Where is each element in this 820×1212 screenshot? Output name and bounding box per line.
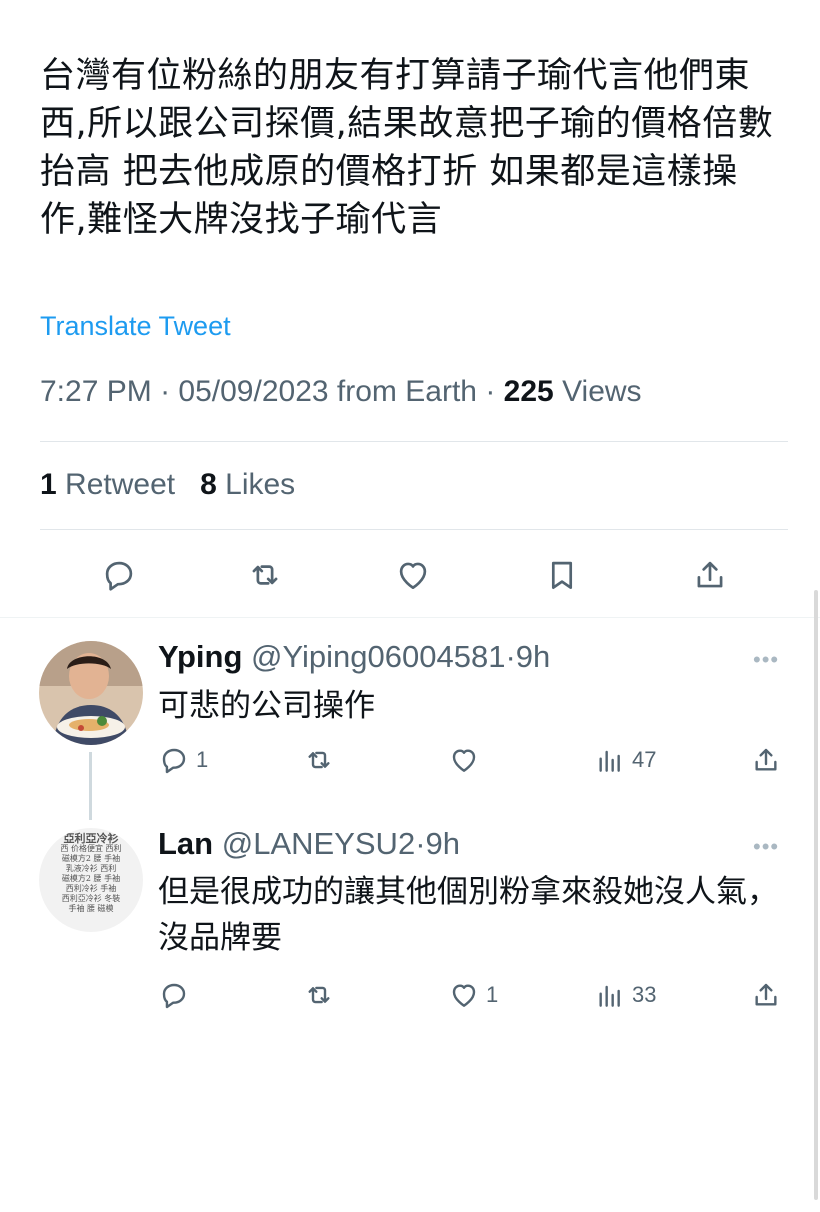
engagement-stats: 1 Retweet 8 Likes (40, 468, 295, 502)
reply-author-handle[interactable]: @LANEYSU2 (222, 826, 415, 861)
share-button[interactable] (688, 553, 732, 597)
reply-icon (162, 983, 186, 1009)
more-options-button[interactable]: ••• (753, 647, 779, 673)
reply-views-button[interactable]: 33 (594, 977, 656, 1013)
retweet-icon (308, 751, 330, 769)
reply-like-button[interactable] (448, 742, 486, 778)
tweet-text: 台灣有位粉絲的朋友有打算請子瑜代言他們東西,所以跟公司探價,結果故意把子瑜的價格… (40, 56, 774, 240)
reply-button[interactable] (97, 553, 141, 597)
section-divider (0, 617, 820, 618)
scrollbar[interactable] (814, 590, 818, 1200)
tweet-source: from Earth (336, 375, 477, 408)
avatar-text-image: 亞利亞冷衫 西 价格便宜 西利 磁模方2 腰 手袖 乳液冷衫 西利 磁模方2 腰… (60, 832, 122, 913)
divider (40, 441, 788, 442)
bar-chart-icon (599, 750, 620, 772)
divider (40, 529, 788, 530)
reply-age: 9h (515, 639, 551, 674)
tweet-time: 7:27 PM (40, 375, 152, 408)
views-count: 225 (503, 375, 554, 408)
avatar-yping[interactable] (39, 641, 143, 745)
like-count: 1 (486, 982, 499, 1007)
reply-retweet-button[interactable] (303, 977, 341, 1013)
reply-icon (162, 748, 186, 774)
retweet-button[interactable] (243, 553, 287, 597)
bar-chart-icon (599, 985, 620, 1007)
heart-icon (399, 562, 427, 590)
views-label: Views (562, 375, 642, 408)
share-icon (755, 748, 777, 771)
tweet-meta: 7:27 PM · 05/09/2023 from Earth · 225 Vi… (40, 375, 642, 408)
more-options-button[interactable]: ••• (753, 834, 779, 860)
reply-like-button[interactable]: 1 (448, 977, 498, 1013)
heart-icon (452, 749, 476, 772)
reply-text: 但是很成功的讓其他個別粉拿來殺她沒人氣，沒品牌要 (158, 874, 778, 956)
reply-author-handle[interactable]: @Yiping06004581 (251, 639, 505, 674)
reply-count: 1 (196, 747, 209, 772)
reply-share-button[interactable] (750, 977, 782, 1013)
likes-link[interactable]: 8 Likes (200, 468, 295, 501)
heart-icon (452, 984, 476, 1007)
reply-reply-button[interactable]: 1 (158, 742, 208, 778)
reply-age: 9h (425, 826, 460, 861)
reply-share-button[interactable] (750, 742, 782, 778)
avatar-photo (39, 641, 143, 745)
retweets-link[interactable]: 1 Retweet (40, 468, 175, 501)
reply-author-name[interactable]: Yping (158, 639, 242, 674)
reply-header: Lan @LANEYSU2·9h (158, 826, 460, 861)
retweet-icon (252, 565, 278, 585)
reply-views-button[interactable]: 47 (594, 742, 656, 778)
views-count: 47 (632, 747, 657, 772)
views-count: 33 (632, 982, 657, 1007)
translate-tweet-link[interactable]: Translate Tweet (40, 311, 231, 342)
tweet-date: 05/09/2023 (178, 375, 329, 408)
retweet-icon (308, 986, 330, 1004)
reply-author-name[interactable]: Lan (158, 826, 213, 861)
share-icon (697, 561, 723, 588)
share-icon (755, 983, 777, 1006)
bookmark-icon (551, 561, 573, 590)
thread-connector (89, 752, 92, 820)
reply-retweet-button[interactable] (303, 742, 341, 778)
bookmark-button[interactable] (540, 553, 584, 597)
like-button[interactable] (391, 553, 435, 597)
reply-reply-button[interactable] (158, 977, 196, 1013)
avatar-lan[interactable]: 亞利亞冷衫 西 价格便宜 西利 磁模方2 腰 手袖 乳液冷衫 西利 磁模方2 腰… (39, 828, 143, 932)
reply-icon (105, 561, 133, 591)
reply-text: 可悲的公司操作 (158, 688, 375, 724)
reply-header: Yping @Yiping06004581·9h (158, 639, 551, 674)
